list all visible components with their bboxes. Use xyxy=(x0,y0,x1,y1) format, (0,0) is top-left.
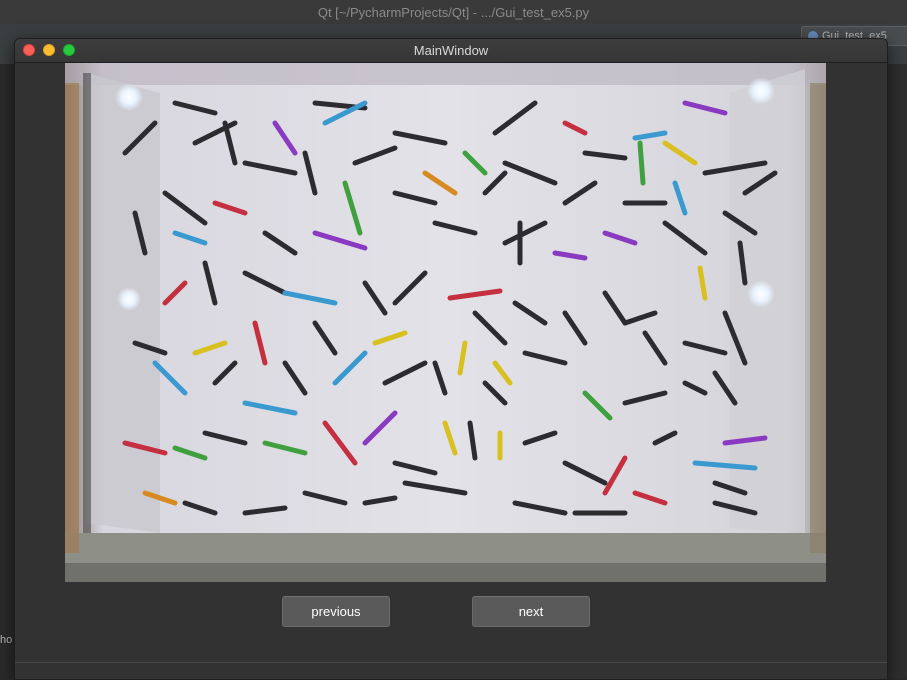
previous-button[interactable]: previous xyxy=(282,596,390,627)
ide-titlebar: Qt [~/PycharmProjects/Qt] - .../Gui_test… xyxy=(0,0,907,25)
maximize-window-button[interactable] xyxy=(63,44,75,56)
close-window-button[interactable] xyxy=(23,44,35,56)
image-display xyxy=(65,63,826,582)
window-titlebar[interactable]: MainWindow xyxy=(15,39,887,63)
window-title: MainWindow xyxy=(413,43,489,58)
ide-title: Qt [~/PycharmProjects/Qt] - .../Gui_test… xyxy=(317,4,590,20)
status-bar xyxy=(15,662,887,679)
main-window: MainWindow previous next xyxy=(14,38,888,680)
minimize-window-button[interactable] xyxy=(43,44,55,56)
ide-right-panel xyxy=(886,64,907,678)
ide-left-text-fragment: ho xyxy=(0,634,13,646)
next-button[interactable]: next xyxy=(472,596,590,627)
ide-left-panel xyxy=(0,64,14,678)
